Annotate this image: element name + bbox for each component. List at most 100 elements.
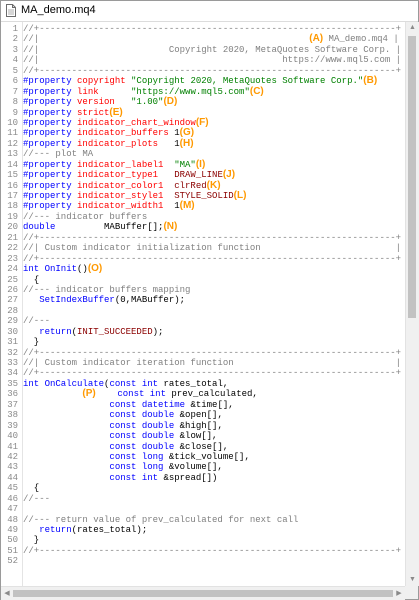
code-token: link: [77, 86, 132, 97]
line-number: 12: [7, 138, 18, 149]
code-text: }: [23, 337, 39, 347]
scroll-up-arrow-icon[interactable]: ▲: [406, 22, 419, 34]
code-token: {: [23, 483, 40, 494]
code-token: #property: [23, 180, 78, 191]
code-token: //| Custom indicator initialization func…: [23, 243, 402, 254]
code-token: &close[],: [179, 441, 229, 452]
scroll-left-arrow-icon[interactable]: ◀: [1, 587, 13, 600]
code-text: #property indicator_plots 1(H): [23, 138, 194, 149]
code-token: const double: [23, 410, 180, 421]
editor-window: MA_demo.mq4 1 //+------------------------…: [0, 0, 419, 600]
code-token: #property: [23, 138, 78, 149]
line-number: 10: [7, 117, 18, 128]
code-token: //+-------------------------------------…: [23, 347, 402, 358]
code-editor[interactable]: 1 //+------------------------------------…: [1, 22, 405, 586]
code-text: #property copyright "Copyright 2020, Met…: [23, 75, 377, 87]
code-token: INIT_SUCCEEDED: [77, 326, 153, 337]
code-token: MABuffer[];: [104, 222, 164, 233]
scroll-down-arrow-icon[interactable]: ▼: [406, 574, 419, 586]
line-number: 49: [7, 525, 18, 535]
annotation-marker: (A): [309, 33, 324, 45]
line-number: 21: [7, 232, 18, 243]
code-text: //+-------------------------------------…: [23, 66, 401, 76]
code-text: //+-------------------------------------…: [23, 546, 401, 556]
code-text: //---: [23, 316, 50, 326]
horizontal-scrollbar[interactable]: ◀ ▶: [1, 586, 405, 600]
line-number: 11: [7, 128, 18, 139]
code-token: copyright: [77, 76, 132, 87]
line-number: 3: [12, 44, 18, 55]
code-text: #property indicator_color1 clrRed(K): [23, 180, 221, 191]
code-token: int: [23, 264, 45, 275]
code-text: const double &high[],: [23, 420, 223, 431]
code-token: #property: [23, 170, 78, 181]
vertical-scrollbar[interactable]: ▲ ▼: [405, 22, 419, 586]
code-token: &high[],: [179, 420, 223, 431]
line-number: 30: [7, 326, 18, 337]
code-token: (): [77, 264, 88, 275]
line-number: 23: [7, 253, 18, 264]
line-number: 32: [7, 347, 18, 358]
code-text: //+-------------------------------------…: [23, 368, 401, 378]
code-token: const long: [23, 451, 169, 462]
code-token: "MA": [174, 159, 196, 170]
code-token: &open[],: [179, 410, 223, 421]
annotation-marker: (M): [179, 200, 195, 212]
line-number: 43: [7, 462, 18, 473]
code-token: //| Copyright 2020, MetaQuotes Software …: [23, 44, 402, 55]
line-number: 4: [12, 55, 18, 66]
code-text: const long &tick_volume[],: [23, 451, 249, 462]
code-text: #property link "https://www.mql5.com"(C): [23, 86, 264, 97]
code-token: //+-------------------------------------…: [23, 545, 402, 556]
code-token: const int: [23, 472, 164, 483]
line-number: 35: [7, 378, 18, 389]
annotation-marker: (G): [179, 127, 195, 139]
code-token: const int: [117, 389, 172, 400]
window-titlebar[interactable]: MA_demo.mq4: [1, 1, 418, 22]
code-text: return(INIT_SUCCEEDED);: [23, 327, 163, 337]
code-token: #property: [23, 159, 78, 170]
code-token: (rates_total);: [71, 525, 148, 535]
code-text: const int &spread[]): [23, 473, 217, 483]
code-token: //---: [23, 493, 51, 504]
code-token: //+-------------------------------------…: [23, 24, 402, 34]
code-text: //+-------------------------------------…: [23, 254, 401, 264]
code-text: return(rates_total);: [23, 525, 147, 535]
code-token: indicator_width1: [77, 201, 175, 212]
line-number: 47: [7, 504, 18, 515]
code-token: const int: [109, 378, 164, 389]
code-text: const long &volume[],: [23, 462, 223, 473]
horizontal-scroll-thumb[interactable]: [13, 590, 393, 597]
code-text: //| https://www.mql5.com |: [23, 55, 401, 65]
line-number: 34: [7, 368, 18, 379]
code-token: (0,MABuffer);: [114, 295, 186, 306]
code-token: }: [23, 535, 40, 546]
code-text: //+-------------------------------------…: [23, 24, 401, 34]
code-text: //| (A) MA_demo.mq4 |: [23, 33, 399, 45]
line-number: 8: [12, 97, 18, 108]
line-number: 14: [7, 159, 18, 170]
window-title: MA_demo.mq4: [21, 4, 96, 16]
code-token: const long: [23, 462, 169, 473]
code-text: #property indicator_type1 DRAW_LINE(J): [23, 169, 235, 181]
code-token: #property: [23, 128, 78, 139]
line-number: 46: [7, 493, 18, 504]
line-number: 17: [7, 191, 18, 201]
code-text: (P) const int prev_calculated,: [23, 389, 257, 400]
code-token: &low[],: [179, 431, 218, 442]
code-token: &volume[],: [168, 462, 223, 473]
code-token: "Copyright 2020, MetaQuotes Software Cor…: [131, 76, 364, 87]
code-token: //--- indicator buffers mapping: [23, 284, 191, 295]
code-text: int OnInit()(O): [23, 263, 102, 275]
code-token: //---: [23, 316, 51, 327]
line-number: 6: [12, 76, 18, 87]
code-token: &time[],: [190, 399, 234, 410]
vertical-scroll-thumb[interactable]: [408, 36, 416, 318]
code-token: version: [77, 97, 132, 108]
code-token: //| https://www.mql5.com |: [23, 55, 402, 66]
code-token: int: [23, 378, 45, 389]
scroll-right-arrow-icon[interactable]: ▶: [393, 587, 405, 600]
code-token: clrRed: [174, 180, 207, 191]
line-number: 20: [7, 222, 18, 233]
scrollbar-corner: [405, 586, 418, 599]
